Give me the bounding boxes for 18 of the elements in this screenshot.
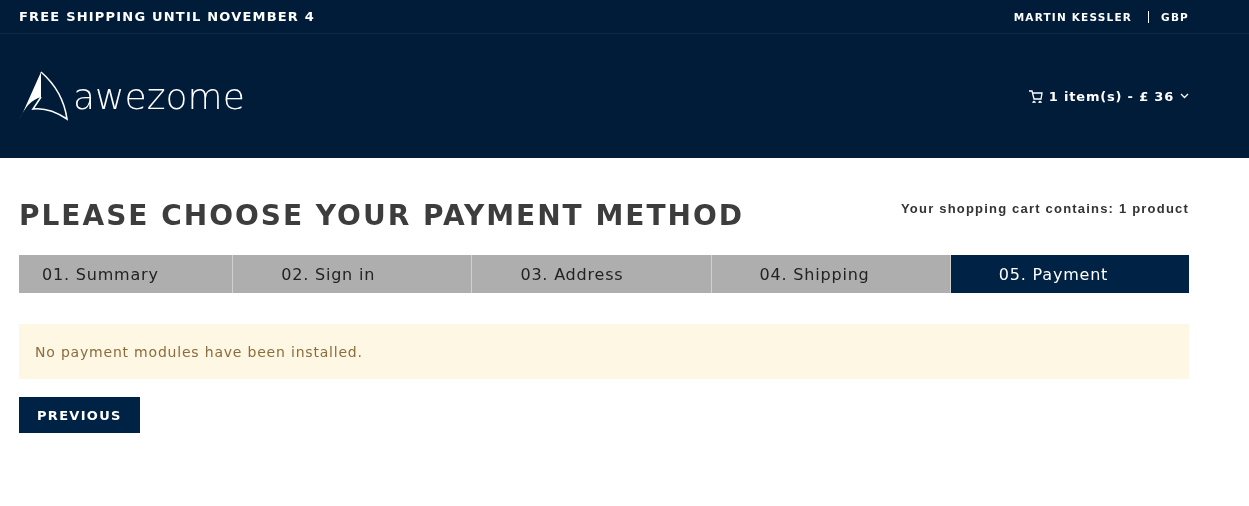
currency-link[interactable]: GBP [1161, 10, 1189, 23]
logo-text: awezome [73, 75, 245, 117]
checkout-step[interactable]: 02. Sign in [232, 255, 472, 293]
logo[interactable]: awezome [19, 71, 245, 121]
cart-button[interactable]: 1 item(s) - £ 36 [1028, 88, 1189, 104]
checkout-step[interactable]: 03. Address [471, 255, 711, 293]
caret-icon [1180, 93, 1189, 99]
warning-alert: No payment modules have been installed. [19, 324, 1189, 379]
sail-logo-icon [19, 71, 69, 121]
checkout-step[interactable]: 05. Payment [949, 255, 1189, 293]
cart-summary-text: Your shopping cart contains: 1 product [900, 201, 1189, 216]
promo-text: FREE SHIPPING UNTIL NOVEMBER 4 [19, 9, 315, 24]
checkout-step[interactable]: 01. Summary [19, 255, 233, 293]
page-title: PLEASE CHOOSE YOUR PAYMENT METHOD [19, 198, 744, 234]
account-link[interactable]: MARTIN KESSLER [1013, 10, 1133, 23]
cart-icon [1028, 89, 1043, 103]
previous-button[interactable]: PREVIOUS [19, 397, 140, 433]
checkout-step[interactable]: 04. Shipping [710, 255, 950, 293]
